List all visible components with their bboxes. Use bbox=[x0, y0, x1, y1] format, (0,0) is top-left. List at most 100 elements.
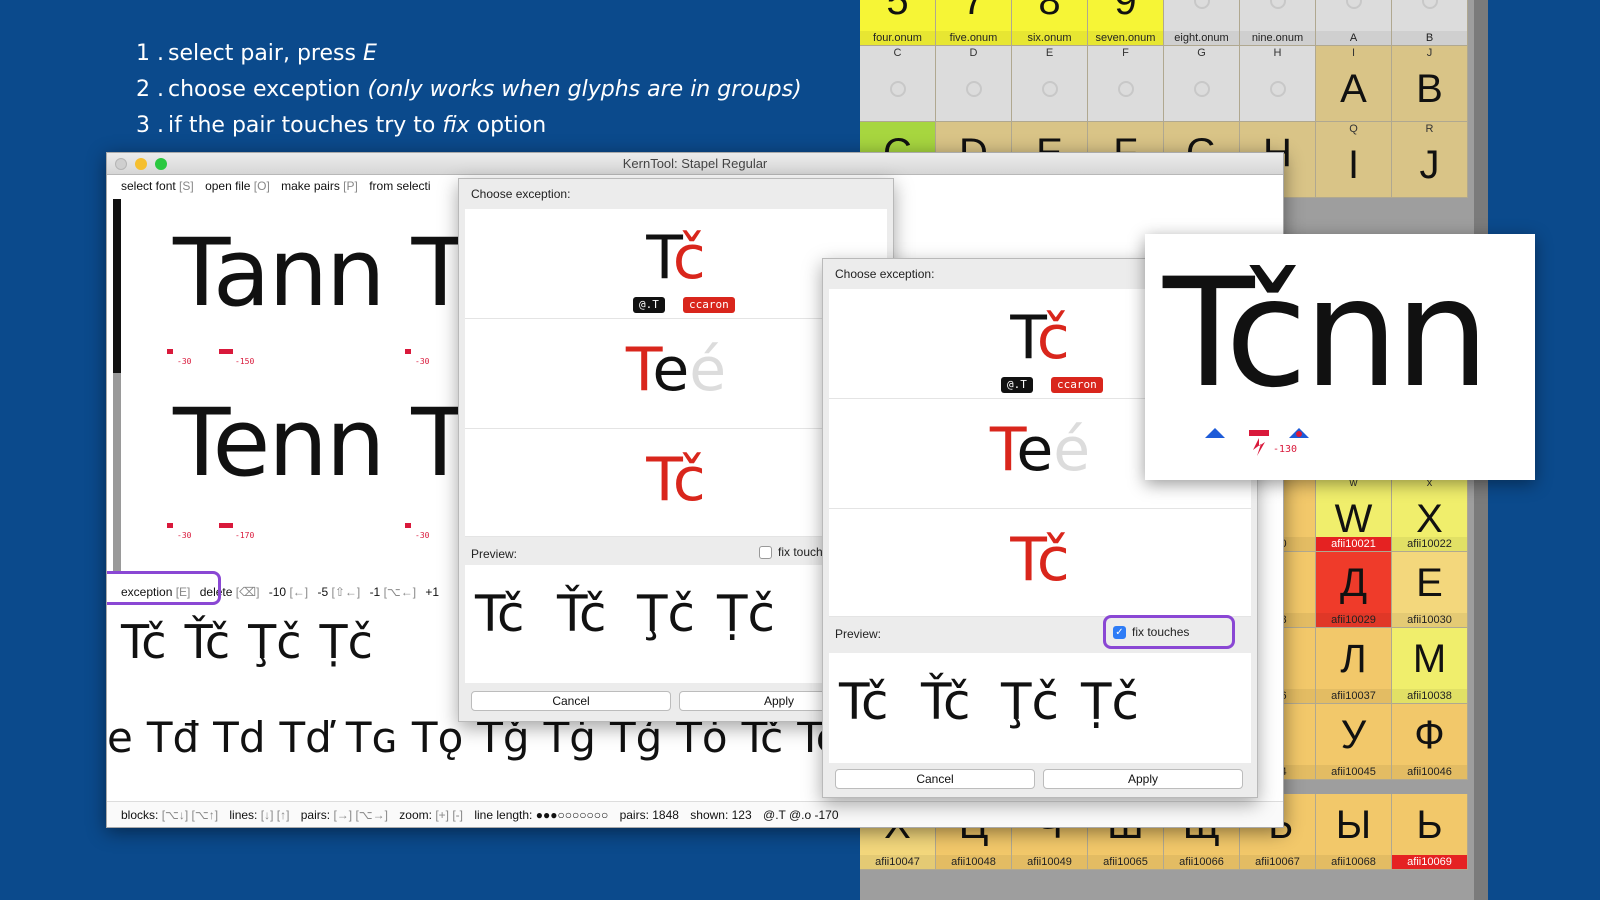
glyph-cell[interactable]: 8 six.onum bbox=[1012, 0, 1088, 46]
glyph-cell[interactable]: 5 four.onum bbox=[860, 0, 936, 46]
glyph-cell-name: A bbox=[1316, 31, 1391, 45]
from-selection-button[interactable]: from selecti bbox=[369, 179, 430, 193]
instruction-2: 2 . choose exception (only works when gly… bbox=[136, 77, 802, 102]
exception-option-glyphs[interactable]: Tč bbox=[829, 509, 1251, 617]
glyph-cell[interactable]: Дafii10029 bbox=[1316, 552, 1392, 628]
line-text: Tann T bbox=[173, 219, 469, 328]
glyph-cell[interactable]: IA bbox=[1316, 46, 1392, 122]
minimize-button[interactable] bbox=[135, 158, 147, 170]
glyph-cell-name: afii10037 bbox=[1316, 689, 1391, 703]
glyph-cell-name: five.onum bbox=[936, 31, 1011, 45]
status-shown-count: shown: 123 bbox=[690, 808, 752, 822]
glyph-cell[interactable]: 7 five.onum bbox=[936, 0, 1012, 46]
left-group-tag: @.T bbox=[633, 297, 665, 313]
glyph-cell-glyph: Л bbox=[1340, 636, 1367, 681]
close-button[interactable] bbox=[115, 158, 127, 170]
status-line-length: line length: ●●●○○○○○○○ bbox=[474, 808, 609, 822]
glyph-cell[interactable]: QI bbox=[1316, 122, 1392, 198]
glyph-cell[interactable]: eight.onum bbox=[1164, 0, 1240, 46]
glyph-cell[interactable]: Ьafii10069 bbox=[1392, 794, 1468, 870]
glyph-cell[interactable]: C bbox=[860, 46, 936, 122]
glyph-cell[interactable]: Лafii10037 bbox=[1316, 628, 1392, 704]
zoom-kern-value: -130 bbox=[1273, 444, 1298, 455]
glyph-cell-name: afii10046 bbox=[1392, 765, 1467, 779]
glyph-cell[interactable]: A bbox=[1316, 0, 1392, 46]
glyph-cell-name: afii10038 bbox=[1392, 689, 1467, 703]
pair-glyphs[interactable]: e bbox=[107, 713, 133, 762]
glyph-cell-glyph bbox=[1012, 58, 1087, 120]
glyph-cell[interactable]: F bbox=[1088, 46, 1164, 122]
glyph-cell[interactable]: Ыafii10068 bbox=[1316, 794, 1392, 870]
make-pairs-button[interactable]: make pairs [P] bbox=[281, 179, 358, 193]
pair-glyphs[interactable]: Tđ bbox=[147, 713, 199, 762]
glyph-cell[interactable]: D bbox=[936, 46, 1012, 122]
glyph-cell-name: afii10030 bbox=[1392, 613, 1467, 627]
glyph-cell-glyph: 9 bbox=[1114, 0, 1137, 23]
preview-pair: Tč bbox=[839, 673, 889, 731]
pair-glyphs[interactable]: Td bbox=[213, 713, 265, 762]
kern-minus-10-command[interactable]: -10 [←] bbox=[269, 585, 308, 599]
glyph-cell-glyph: Е bbox=[1416, 560, 1443, 605]
glyph-cell[interactable]: Еafii10030 bbox=[1392, 552, 1468, 628]
kern-marker bbox=[405, 523, 411, 528]
glyph-cell[interactable]: Фafii10046 bbox=[1392, 704, 1468, 780]
glyph-cell-glyph bbox=[860, 58, 935, 120]
left-group-tag: @.T bbox=[1001, 377, 1033, 393]
cancel-button[interactable]: Cancel bbox=[471, 691, 671, 711]
glyph-cell-name: afii10048 bbox=[936, 855, 1011, 869]
maximize-button[interactable] bbox=[155, 158, 167, 170]
glyph-cell[interactable]: Уafii10045 bbox=[1316, 704, 1392, 780]
glyph-cell[interactable]: x Xafii10022 bbox=[1392, 476, 1468, 552]
line-selection-bar bbox=[113, 373, 121, 573]
glyph-cell-name: afii10065 bbox=[1088, 855, 1163, 869]
glyph-cell[interactable]: nine.onum bbox=[1240, 0, 1316, 46]
pair-glyphs: Ṭč bbox=[319, 615, 373, 669]
glyph-cell[interactable]: 9 seven.onum bbox=[1088, 0, 1164, 46]
status-zoom: zoom: [+] [-] bbox=[399, 808, 463, 822]
kern-value: -30 bbox=[415, 357, 430, 366]
pair-glyphs[interactable]: Tď bbox=[280, 713, 332, 762]
kern-minus-5-command[interactable]: -5 [⇧←] bbox=[317, 585, 360, 599]
glyph-cell[interactable]: B bbox=[1392, 0, 1468, 46]
glyph-cell[interactable]: E bbox=[1012, 46, 1088, 122]
glyph-cell[interactable]: w Wafii10021 bbox=[1316, 476, 1392, 552]
glyph-row: CDEFGHIAJB bbox=[860, 46, 1468, 122]
glyph-cell-glyph: М bbox=[1412, 636, 1447, 681]
glyph-cell[interactable]: H bbox=[1240, 46, 1316, 122]
open-file-button[interactable]: open file [O] bbox=[205, 179, 270, 193]
glyph-cell-glyph bbox=[1164, 0, 1239, 32]
glyph-cell[interactable]: G bbox=[1164, 46, 1240, 122]
glyph-cell-name: six.onum bbox=[1012, 31, 1087, 45]
glyph-cell[interactable]: Мafii10038 bbox=[1392, 628, 1468, 704]
zoom-text: Tčnn bbox=[1163, 247, 1490, 421]
line-selection-bar bbox=[113, 199, 121, 373]
pair-glyphs[interactable]: Tɢ bbox=[346, 713, 398, 762]
glyph-cell-name: afii10068 bbox=[1316, 855, 1391, 869]
select-font-button[interactable]: select font [S] bbox=[121, 179, 194, 193]
kern-value: -150 bbox=[235, 357, 255, 366]
glyph-cell[interactable]: JB bbox=[1392, 46, 1468, 122]
cancel-button[interactable]: Cancel bbox=[835, 769, 1035, 789]
kern-value: -30 bbox=[177, 531, 192, 540]
apply-button[interactable]: Apply bbox=[1043, 769, 1243, 789]
right-group-tag: ccaron bbox=[683, 297, 735, 313]
pair-glyphs[interactable]: Tǫ bbox=[412, 713, 463, 762]
window-titlebar: KernTool: Stapel Regular bbox=[107, 153, 1283, 175]
glyph-cell-glyph: 5 bbox=[886, 0, 909, 23]
fix-touches-toggle[interactable]: fix touche bbox=[759, 545, 829, 559]
glyph-cell-glyph: Ь bbox=[1416, 802, 1443, 847]
glyph-cell-glyph: I bbox=[1347, 142, 1360, 187]
pair-glyphs: Tč bbox=[121, 615, 167, 669]
preview-area: Tč Ťč Ţč Ṭč bbox=[829, 653, 1251, 763]
kern-value: -30 bbox=[177, 357, 192, 366]
kern-minus-1-command[interactable]: -1 [⌥←] bbox=[370, 585, 417, 599]
glyph-cell-glyph bbox=[1392, 0, 1467, 32]
preview-pair: Ṭč bbox=[717, 585, 776, 643]
fix-touches-checkbox[interactable] bbox=[759, 545, 772, 559]
kern-plus-1-command[interactable]: +1 bbox=[425, 585, 439, 599]
glyph-cell[interactable]: RJ bbox=[1392, 122, 1468, 198]
preview-label: Preview: bbox=[835, 627, 882, 641]
glyph-cell-glyph: Д bbox=[1339, 560, 1368, 605]
right-group-tag: ccaron bbox=[1051, 377, 1103, 393]
status-pairs: pairs: [→] [⌥→] bbox=[300, 808, 388, 822]
